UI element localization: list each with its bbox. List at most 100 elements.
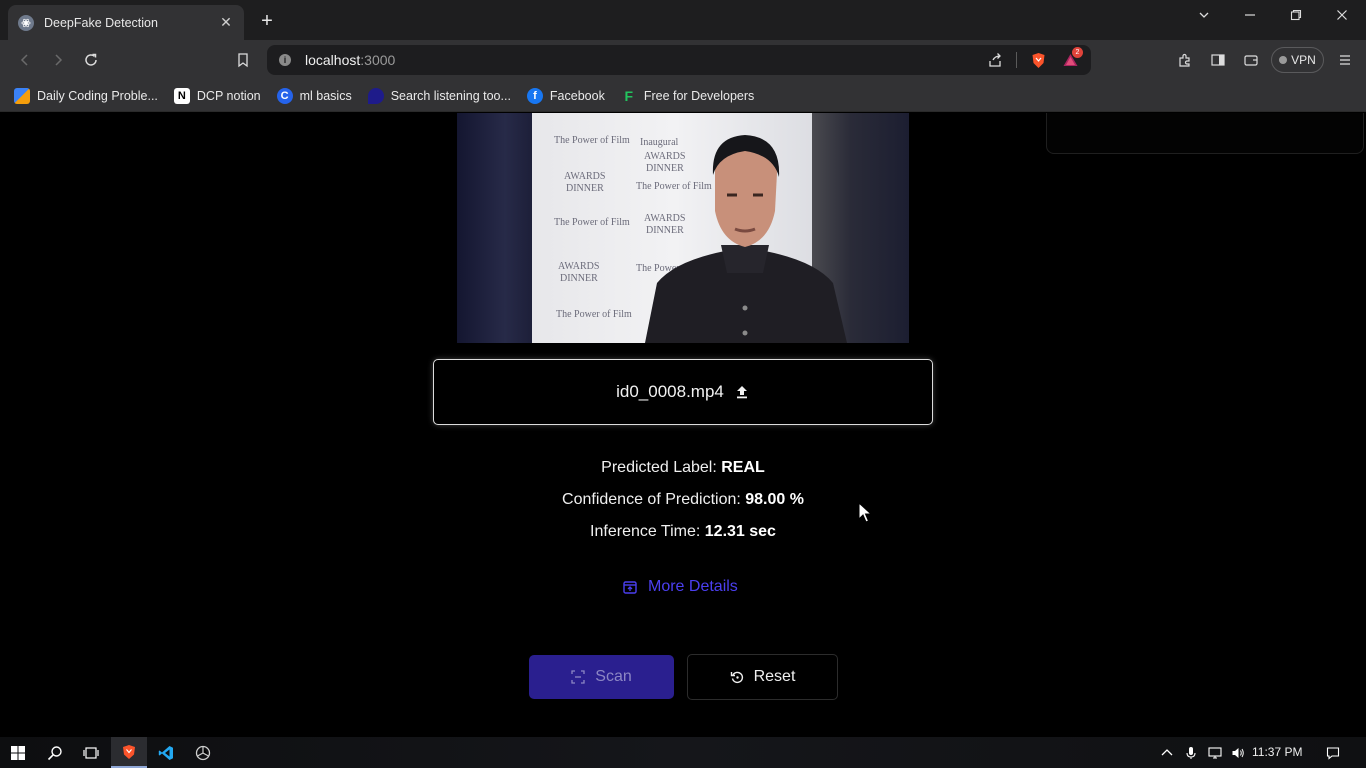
- forward-button[interactable]: [47, 49, 69, 71]
- new-tab-button[interactable]: +: [256, 10, 278, 32]
- start-button[interactable]: [0, 737, 36, 768]
- network-icon[interactable]: [1206, 737, 1224, 768]
- brave-browser-taskbar-icon[interactable]: [111, 737, 147, 768]
- backdrop-text: The Power of Film: [554, 135, 630, 146]
- bookmark-label: Daily Coding Proble...: [37, 88, 158, 103]
- microphone-icon[interactable]: [1182, 737, 1200, 768]
- upload-icon: [734, 384, 750, 400]
- tab-title: DeepFake Detection: [44, 15, 158, 30]
- address-bar[interactable]: i localhost:3000 2: [267, 45, 1091, 75]
- backdrop-text: DINNER: [566, 183, 604, 194]
- reset-button[interactable]: Reset: [687, 654, 838, 700]
- confidence-value: 98.00 %: [745, 491, 804, 508]
- inference-time-row: Inference Time: 12.31 sec: [0, 521, 1366, 553]
- bookmark-label: Search listening too...: [390, 88, 511, 103]
- confidence-caption: Confidence of Prediction:: [562, 491, 746, 508]
- restore-button[interactable]: [1273, 0, 1319, 30]
- bookmark-ml-basics[interactable]: C ml basics: [276, 87, 352, 104]
- dcp-icon: [14, 87, 30, 104]
- backdrop-text: The Power of Film: [554, 217, 630, 228]
- predicted-label-value: REAL: [721, 459, 765, 476]
- vpn-status-icon: [1279, 56, 1288, 64]
- bookmark-icon[interactable]: [232, 49, 254, 71]
- brave-shields-icon[interactable]: [1027, 49, 1049, 71]
- scan-icon: [571, 670, 585, 684]
- video-curtain-left: [457, 113, 537, 343]
- vpn-button[interactable]: VPN: [1271, 47, 1324, 73]
- bookmarks-bar: Daily Coding Proble... N DCP notion C ml…: [0, 80, 1366, 112]
- predicted-label-caption: Predicted Label:: [601, 459, 722, 476]
- video-preview[interactable]: The Power of Film AWARDS DINNER The Powe…: [457, 113, 909, 343]
- inference-time-value: 12.31 sec: [704, 523, 776, 540]
- wallet-icon[interactable]: [1240, 49, 1262, 71]
- reset-icon: [730, 670, 744, 684]
- notion-icon: N: [173, 87, 190, 104]
- confidence-row: Confidence of Prediction: 98.00 %: [0, 489, 1366, 521]
- sidebar-icon[interactable]: [1207, 49, 1229, 71]
- notifications-icon[interactable]: [1322, 737, 1344, 768]
- mouse-cursor-icon: [858, 502, 872, 523]
- side-card: [1046, 113, 1364, 154]
- backdrop-text: AWARDS: [564, 171, 606, 182]
- search-listening-icon: [367, 87, 384, 104]
- facebook-icon: f: [526, 87, 543, 104]
- browser-toolbar: i localhost:3000 2 VPN: [0, 40, 1366, 80]
- taskbar-clock[interactable]: 11:37 PM: [1252, 737, 1302, 768]
- backdrop-text: The Power of Film: [556, 309, 632, 320]
- search-icon[interactable]: [37, 737, 73, 768]
- close-tab-icon[interactable]: ✕: [218, 14, 234, 31]
- file-name: id0_0008.mp4: [616, 382, 724, 401]
- bookmark-label: ml basics: [299, 88, 352, 103]
- tray-chevron-up-icon[interactable]: [1158, 737, 1176, 768]
- bookmark-label: Free for Developers: [643, 88, 755, 103]
- bookmark-label: DCP notion: [196, 88, 261, 103]
- inference-time-caption: Inference Time:: [590, 523, 705, 540]
- tab-search-chevron-icon[interactable]: [1181, 0, 1227, 30]
- volume-icon[interactable]: [1229, 737, 1247, 768]
- task-view-icon[interactable]: [73, 737, 109, 768]
- divider: [1016, 52, 1017, 68]
- file-upload-box[interactable]: id0_0008.mp4: [433, 359, 933, 425]
- reload-button[interactable]: [80, 49, 102, 71]
- menu-icon[interactable]: [1334, 49, 1356, 71]
- more-details-link[interactable]: More Details: [622, 578, 738, 596]
- c-icon: C: [276, 87, 293, 104]
- share-icon[interactable]: [984, 49, 1006, 71]
- tab-deepfake-detection[interactable]: DeepFake Detection ✕: [8, 5, 244, 40]
- bookmark-dcp-notion[interactable]: N DCP notion: [173, 87, 261, 104]
- scan-button[interactable]: Scan: [529, 655, 674, 699]
- url-host: localhost: [305, 52, 361, 68]
- scan-label: Scan: [595, 668, 632, 685]
- back-button[interactable]: [14, 49, 36, 71]
- browser-title-bar: DeepFake Detection ✕ +: [0, 0, 1366, 40]
- react-icon: [18, 14, 34, 31]
- bookmark-facebook[interactable]: f Facebook: [526, 87, 605, 104]
- reset-label: Reset: [753, 668, 796, 685]
- backdrop-text: DINNER: [560, 273, 598, 284]
- extensions-icon[interactable]: [1174, 49, 1196, 71]
- predicted-label-row: Predicted Label: REAL: [0, 457, 1366, 489]
- page-content: The Power of Film AWARDS DINNER The Powe…: [0, 113, 1366, 737]
- address-bar-actions: 2: [984, 47, 1083, 71]
- person-figure: [645, 135, 847, 343]
- vscode-taskbar-icon[interactable]: [148, 737, 184, 768]
- open-details-icon: [622, 579, 638, 595]
- windows-taskbar: 11:37 PM: [0, 737, 1366, 768]
- windows-icon: [11, 745, 25, 760]
- brave-rewards-icon[interactable]: 2: [1059, 47, 1083, 71]
- rewards-badge: 2: [1072, 47, 1083, 58]
- minimize-button[interactable]: [1227, 0, 1273, 30]
- bookmark-label: Facebook: [549, 88, 605, 103]
- prediction-results: Predicted Label: REAL Confidence of Pred…: [0, 457, 1366, 553]
- bookmark-search-listening[interactable]: Search listening too...: [367, 87, 511, 104]
- vpn-label: VPN: [1291, 53, 1316, 67]
- bookmark-free-for-developers[interactable]: F Free for Developers: [621, 87, 755, 104]
- site-info-icon[interactable]: i: [279, 54, 291, 66]
- backdrop-text: AWARDS: [558, 261, 600, 272]
- close-window-button[interactable]: [1319, 0, 1365, 30]
- url-port: :3000: [360, 52, 396, 68]
- f-icon: F: [624, 87, 634, 104]
- app-taskbar-icon[interactable]: [185, 737, 221, 768]
- bookmark-daily-coding-problem[interactable]: Daily Coding Proble...: [14, 87, 158, 104]
- more-details-label: More Details: [648, 578, 738, 595]
